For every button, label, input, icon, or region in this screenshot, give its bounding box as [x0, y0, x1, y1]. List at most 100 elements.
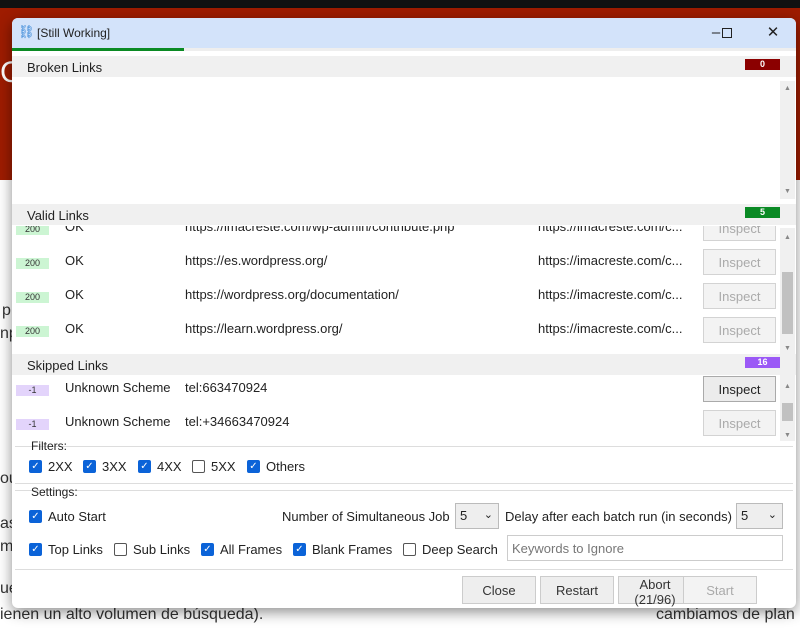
- bg-fragment: p: [2, 302, 11, 319]
- link-url: https://imacreste.com/wp-admin/contribut…: [185, 226, 455, 234]
- checkbox-blank-frames[interactable]: ✓ Blank Frames: [293, 542, 392, 557]
- status-code-badge: 200: [16, 226, 49, 235]
- checkbox-label: All Frames: [220, 542, 283, 557]
- inspect-button[interactable]: Inspect: [703, 249, 776, 275]
- broken-scrollbar[interactable]: ▲ ▼: [780, 81, 795, 199]
- status-code-badge: 200: [16, 258, 49, 269]
- scroll-up-icon[interactable]: ▲: [780, 234, 795, 241]
- status-text: OK: [65, 321, 84, 336]
- status-code-badge: 200: [16, 292, 49, 303]
- status-code-badge: -1: [16, 419, 49, 430]
- checkbox-icon[interactable]: [192, 460, 205, 473]
- filters-label: Filters:: [31, 439, 67, 453]
- checkbox-label: Others: [266, 459, 306, 474]
- checkbox-label: Top Links: [48, 542, 103, 557]
- checkbox-4xx[interactable]: ✓ 4XX: [138, 459, 182, 474]
- background-topbar: [0, 0, 800, 8]
- link-checker-window: ⛓ [Still Working] – ✕ Broken Links 0 ▲ ▼ …: [12, 18, 796, 608]
- scroll-down-icon[interactable]: ▼: [780, 432, 795, 439]
- inspect-button[interactable]: Inspect: [703, 226, 776, 241]
- skipped-links-list: -1 Unknown Scheme tel:663470924 Inspect -…: [12, 375, 780, 441]
- status-text: Unknown Scheme: [65, 380, 171, 395]
- skipped-scrollbar[interactable]: ▲ ▼: [780, 375, 795, 441]
- maximize-icon: [722, 28, 732, 38]
- scroll-down-icon[interactable]: ▼: [780, 345, 795, 352]
- link-url: tel:+34663470924: [185, 414, 290, 429]
- filters-group: [15, 446, 793, 484]
- checkbox-icon[interactable]: ✓: [247, 460, 260, 473]
- select-value: 5: [741, 508, 749, 523]
- inspect-button[interactable]: Inspect: [703, 410, 776, 436]
- status-code-badge: -1: [16, 385, 49, 396]
- jobs-select[interactable]: 5 ⌄: [455, 503, 499, 529]
- close-window-button[interactable]: ✕: [758, 22, 788, 44]
- maximize-button[interactable]: [712, 22, 742, 44]
- title-bar[interactable]: ⛓ [Still Working] – ✕: [12, 18, 796, 48]
- link-url: https://es.wordpress.org/: [185, 253, 328, 268]
- link-row: -1 Unknown Scheme tel:663470924 Inspect: [12, 375, 780, 409]
- source-url: https://imacreste.com/c...: [538, 321, 683, 336]
- checkbox-3xx[interactable]: ✓ 3XX: [83, 459, 127, 474]
- checkbox-icon[interactable]: ✓: [201, 543, 214, 556]
- source-url: https://imacreste.com/c...: [538, 253, 683, 268]
- checkbox-label: 5XX: [211, 459, 236, 474]
- checkbox-icon[interactable]: ✓: [29, 543, 42, 556]
- link-url: https://wordpress.org/documentation/: [185, 287, 399, 302]
- scroll-down-icon[interactable]: ▼: [780, 188, 795, 195]
- checkbox-top-links[interactable]: ✓ Top Links: [29, 542, 103, 557]
- bg-fragment: ienen un alto volumen de búsqueda).: [0, 606, 264, 623]
- broken-link-icon: ⛓: [18, 24, 35, 39]
- valid-links-list: 200 OK https://imacreste.com/wp-admin/co…: [12, 226, 780, 354]
- checkbox-5xx[interactable]: 5XX: [192, 459, 236, 474]
- scroll-up-icon[interactable]: ▲: [780, 383, 795, 390]
- abort-button[interactable]: Abort (21/96): [618, 576, 692, 607]
- link-row: 200 OK https://wordpress.org/documentati…: [12, 282, 780, 316]
- checkbox-icon[interactable]: ✓: [29, 460, 42, 473]
- checkbox-icon[interactable]: ✓: [83, 460, 96, 473]
- checkbox-icon[interactable]: [403, 543, 416, 556]
- checkbox-icon[interactable]: ✓: [29, 510, 42, 523]
- checkbox-label: Deep Search: [422, 542, 498, 557]
- progress-fill: [12, 48, 184, 51]
- checkbox-others[interactable]: ✓ Others: [247, 459, 305, 474]
- checkbox-label: 2XX: [48, 459, 73, 474]
- scroll-thumb[interactable]: [782, 403, 793, 421]
- window-title: [Still Working]: [37, 26, 111, 40]
- section-label: Broken Links: [27, 60, 103, 75]
- checkbox-icon[interactable]: ✓: [293, 543, 306, 556]
- scroll-up-icon[interactable]: ▲: [780, 85, 795, 92]
- status-text: Unknown Scheme: [65, 414, 171, 429]
- delay-select[interactable]: 5 ⌄: [736, 503, 783, 529]
- close-button[interactable]: Close: [462, 576, 536, 604]
- checkbox-label: 3XX: [102, 459, 127, 474]
- inspect-button[interactable]: Inspect: [703, 376, 776, 402]
- checkbox-label: Auto Start: [48, 509, 106, 524]
- section-label: Valid Links: [27, 208, 89, 223]
- link-url: https://learn.wordpress.org/: [185, 321, 343, 336]
- auto-start-checkbox[interactable]: ✓ Auto Start: [29, 509, 106, 524]
- inspect-button[interactable]: Inspect: [703, 283, 776, 309]
- valid-scrollbar[interactable]: ▲ ▼: [780, 228, 795, 354]
- scroll-thumb[interactable]: [782, 272, 793, 334]
- jobs-label: Number of Simultaneous Job: [282, 509, 450, 524]
- keywords-ignore-input[interactable]: [507, 535, 783, 561]
- checkbox-2xx[interactable]: ✓ 2XX: [29, 459, 73, 474]
- chevron-down-icon: ⌄: [767, 509, 777, 521]
- source-url: https://imacreste.com/c...: [538, 287, 683, 302]
- link-row: 200 OK https://es.wordpress.org/ https:/…: [12, 248, 780, 282]
- link-url: tel:663470924: [185, 380, 268, 395]
- checkbox-label: Blank Frames: [312, 542, 393, 557]
- checkbox-icon[interactable]: ✓: [138, 460, 151, 473]
- checkbox-deep-search[interactable]: Deep Search: [403, 542, 498, 557]
- skipped-links-header: Skipped Links 16: [12, 354, 796, 375]
- start-button[interactable]: Start: [683, 576, 757, 604]
- status-text: OK: [65, 287, 84, 302]
- checkbox-all-frames[interactable]: ✓ All Frames: [201, 542, 282, 557]
- link-row: 200 OK https://learn.wordpress.org/ http…: [12, 316, 780, 350]
- skipped-count-badge: 16: [745, 357, 780, 368]
- status-code-badge: 200: [16, 326, 49, 337]
- checkbox-sub-links[interactable]: Sub Links: [114, 542, 190, 557]
- inspect-button[interactable]: Inspect: [703, 317, 776, 343]
- checkbox-icon[interactable]: [114, 543, 127, 556]
- restart-button[interactable]: Restart: [540, 576, 614, 604]
